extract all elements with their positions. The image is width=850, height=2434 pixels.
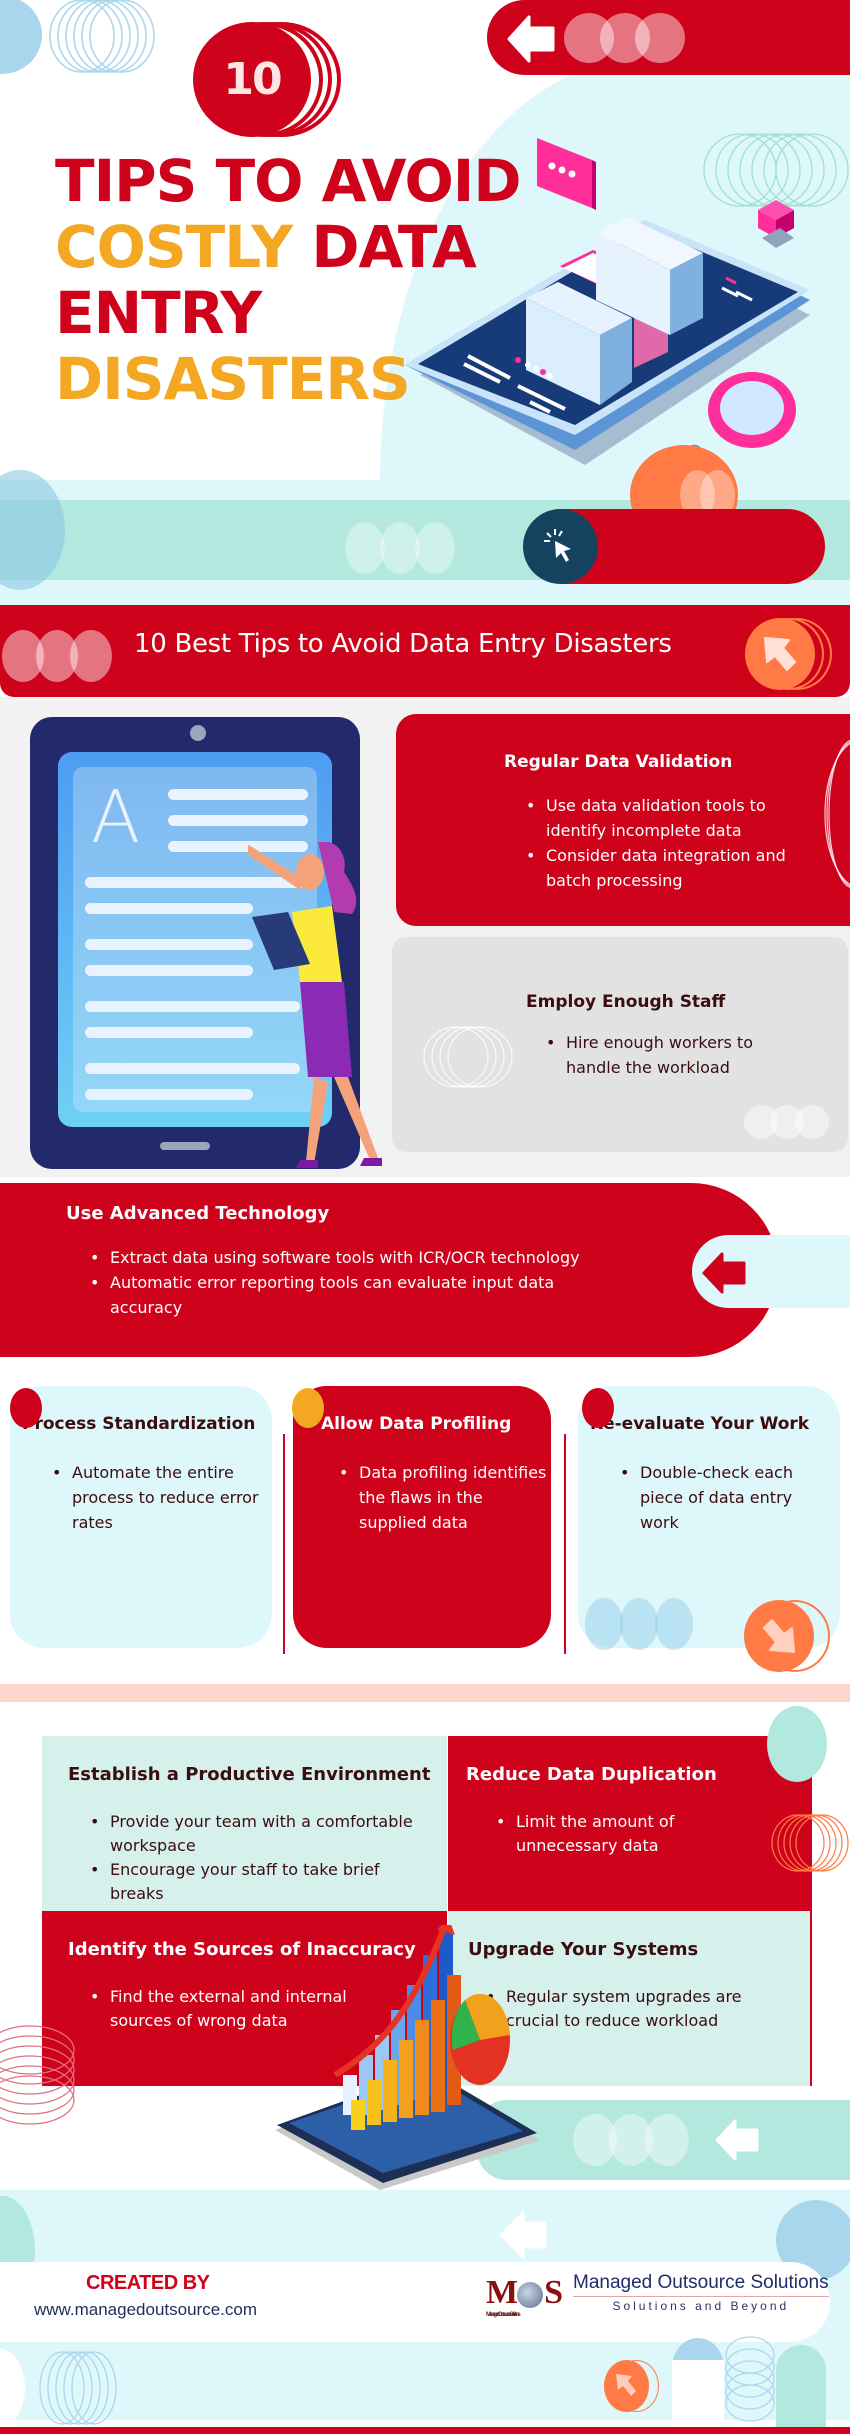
company-logo[interactable]: MS Managed Outsource Solutions Managed O… bbox=[486, 2272, 829, 2318]
tip-bullets: Provide your team with a comfortable wor… bbox=[86, 1810, 426, 1906]
hero-section: 10 TIPS TO AVOID COSTLY DATA ENTRY DISAS… bbox=[0, 0, 850, 600]
decor-rings-icon bbox=[39, 2351, 117, 2425]
tips-count-badge: 10 bbox=[193, 22, 311, 137]
decor-circle bbox=[645, 2114, 689, 2166]
tip-bullets: Limit the amount of unnecessary data bbox=[492, 1810, 692, 1858]
divider-band bbox=[0, 1684, 850, 1702]
decor-circle bbox=[620, 1598, 658, 1650]
tip-bullet: Automatic error reporting tools can eval… bbox=[86, 1270, 586, 1320]
bar-chart-icon bbox=[343, 1930, 461, 2130]
tip-title: Establish a Productive Environment bbox=[68, 1764, 431, 1785]
tip-title: Re-evaluate Your Work bbox=[590, 1414, 810, 1434]
tip-title: Process Standardization bbox=[22, 1414, 256, 1434]
tip-bullet: Use data validation tools to identify in… bbox=[522, 793, 822, 843]
mos-logo-mark: MS Managed Outsource Solutions bbox=[486, 2273, 563, 2318]
tip-card-technology: Use Advanced Technology Extract data usi… bbox=[0, 1183, 778, 1357]
tablet-home-button bbox=[160, 1142, 210, 1150]
tip-bullets: Double-check each piece of data entry wo… bbox=[618, 1460, 828, 1535]
tip-bullet: Provide your team with a comfortable wor… bbox=[86, 1810, 426, 1858]
tip-bullets: Automate the entire process to reduce er… bbox=[50, 1460, 260, 1535]
decor-circle bbox=[380, 522, 420, 574]
decor-circle bbox=[415, 522, 455, 574]
decor-rings-icon bbox=[824, 739, 850, 889]
arrow-coin bbox=[745, 618, 815, 690]
tip-bullet: Hire enough workers to handle the worklo… bbox=[542, 1030, 792, 1080]
arrow-coin bbox=[744, 1600, 814, 1672]
decor-rings-icon bbox=[49, 0, 155, 73]
cube-icon bbox=[758, 200, 794, 248]
arrow-up-left-icon bbox=[764, 637, 796, 671]
tip-bullet: Double-check each piece of data entry wo… bbox=[618, 1460, 828, 1535]
woman-pointing-illustration bbox=[248, 842, 382, 1168]
cursor-click-icon bbox=[543, 528, 571, 562]
tip-bullet: Data profiling identifies the flaws in t… bbox=[337, 1460, 547, 1535]
section-title: 10 Best Tips to Avoid Data Entry Disaste… bbox=[134, 629, 672, 659]
decor-rings-icon bbox=[771, 1814, 849, 1872]
created-by-label: CREATED BY bbox=[86, 2272, 210, 2294]
globe-icon bbox=[517, 2281, 544, 2308]
phone-illustration bbox=[405, 138, 810, 480]
company-name: Managed Outsource Solutions bbox=[573, 2272, 829, 2297]
decor-pill bbox=[776, 2345, 826, 2427]
decor-circle bbox=[345, 522, 385, 574]
tip-card-validation: Regular Data Validation Use data validat… bbox=[396, 714, 850, 926]
tip-card-duplication: Reduce Data Duplication Limit the amount… bbox=[448, 1736, 812, 1911]
tip-card-standardization: Process Standardization Automate the ent… bbox=[10, 1386, 272, 1648]
letter-a-icon: A bbox=[91, 775, 141, 859]
decor-rings-icon bbox=[725, 2336, 775, 2422]
arrow-left-icon bbox=[507, 15, 555, 63]
tip-bullets: Hire enough workers to handle the worklo… bbox=[542, 1030, 792, 1080]
tips-section-1: A Regular Data Validation • Use data val… bbox=[0, 697, 850, 1177]
decor-circle bbox=[0, 0, 42, 74]
tip-bullet: Limit the amount of unnecessary data bbox=[492, 1810, 692, 1858]
tip-title: Reduce Data Duplication bbox=[466, 1764, 717, 1785]
arrow-down-right-icon bbox=[763, 1619, 795, 1653]
tip-bullet: Automate the entire process to reduce er… bbox=[50, 1460, 260, 1535]
arrow-up-left-icon bbox=[616, 2374, 636, 2396]
decor-circle bbox=[70, 630, 112, 682]
arrow-left-icon bbox=[702, 1252, 746, 1294]
arrow-coin bbox=[604, 2360, 649, 2412]
tip-bullet: Consider data integration and batch proc… bbox=[522, 843, 822, 893]
chat-bubble-icon bbox=[537, 138, 596, 210]
cursor-click-button[interactable] bbox=[523, 509, 598, 584]
tip-bullet: Encourage your staff to take brief break… bbox=[86, 1858, 426, 1906]
tip-card-environment: Establish a Productive Environment Provi… bbox=[42, 1736, 447, 1911]
decor-circle bbox=[635, 13, 685, 63]
company-tagline: Solutions and Beyond bbox=[612, 2299, 790, 2313]
decor-dot bbox=[292, 1388, 324, 1428]
website-link[interactable]: www.managedoutsource.com bbox=[34, 2300, 257, 2320]
decor-dot bbox=[582, 1388, 614, 1428]
divider bbox=[564, 1434, 566, 1654]
decor-circle bbox=[655, 1598, 693, 1650]
bottom-bar bbox=[0, 2427, 850, 2434]
decor-dot bbox=[10, 1388, 42, 1428]
tip-bullets: Data profiling identifies the flaws in t… bbox=[337, 1460, 547, 1535]
decor-rings-icon bbox=[423, 1026, 513, 1088]
tip-title: Allow Data Profiling bbox=[321, 1414, 512, 1434]
tip-bullets: Extract data using software tools with I… bbox=[86, 1245, 586, 1320]
tip-bullets: Use data validation tools to identify in… bbox=[522, 793, 822, 893]
tip-title: Regular Data Validation bbox=[504, 752, 733, 772]
tablet-camera bbox=[190, 725, 206, 741]
tip-title: Employ Enough Staff bbox=[526, 992, 726, 1012]
decor-circle bbox=[795, 1105, 829, 1139]
tip-bullet: Extract data using software tools with I… bbox=[86, 1245, 586, 1270]
cta-pill bbox=[560, 509, 825, 584]
decor-circle bbox=[585, 1598, 623, 1650]
divider bbox=[283, 1434, 285, 1654]
tip-title: Use Advanced Technology bbox=[66, 1203, 330, 1224]
phone-chart-illustration bbox=[275, 1925, 540, 2190]
top-arrow-pill bbox=[487, 0, 850, 75]
arrow-tab bbox=[692, 1235, 850, 1308]
decor-circle bbox=[767, 1706, 827, 1782]
decor-rings-icon bbox=[0, 2025, 75, 2125]
tip-card-staff: Employ Enough Staff Hire enough workers … bbox=[392, 937, 848, 1152]
tip-card-profiling: Allow Data Profiling Data profiling iden… bbox=[293, 1386, 551, 1648]
arrow-left-icon bbox=[499, 2211, 547, 2259]
section-header: 10 Best Tips to Avoid Data Entry Disaste… bbox=[0, 605, 850, 697]
arrow-left-icon bbox=[715, 2119, 759, 2161]
